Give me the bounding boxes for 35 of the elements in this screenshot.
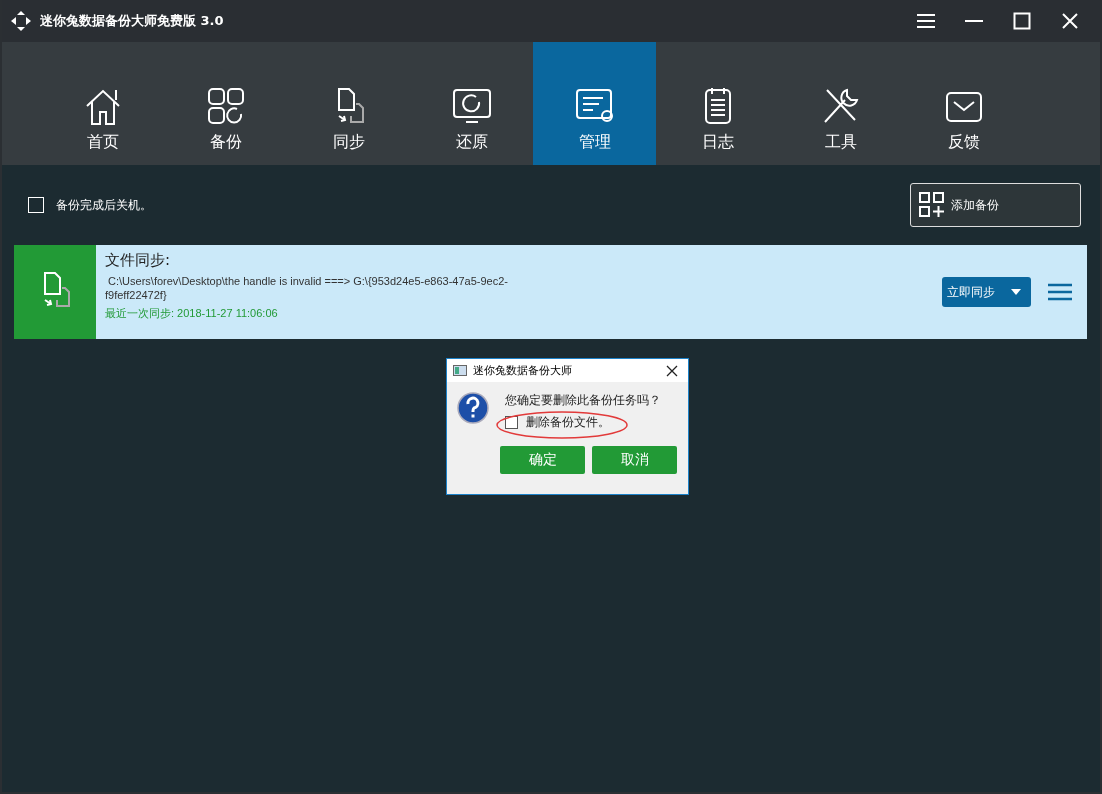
close-icon [1061,12,1079,30]
app-icon [453,365,467,376]
nav-tab[interactable]: 备份 [164,42,287,165]
minimize-icon [964,19,984,23]
task-path: C:\Users\forev\Desktop\the handle is invalid ===> G:\{953d24e5-e863-47a5-9ec2- f9feff22472f} [105,274,509,302]
maximize-icon [1013,12,1031,30]
task-title: 文件同步: [105,251,172,270]
nav-tab[interactable]: 还原 [410,42,533,165]
checkbox-label: 删除备份文件。 [526,414,610,431]
close-icon [666,364,678,377]
tab-icon [451,86,492,126]
dialog-message: 您确定要删除此备份任务吗？ [505,392,661,409]
caret-icon [1011,289,1021,295]
dialog-title: 迷你兔数据备份大师 [473,363,573,378]
nav-tab[interactable]: 反馈 [902,42,1025,165]
tab-icon [205,86,246,126]
nav-tab[interactable]: 工具 [779,42,902,165]
nav-tab[interactable]: 首页 [41,42,164,165]
version-label: 3.0 [200,13,224,28]
add-backup-button[interactable]: 添加备份 [910,183,1081,227]
nav-tab[interactable]: 日志 [656,42,779,165]
question-icon [457,392,489,424]
sync-now-button[interactable]: 立即同步 [942,277,1031,307]
last-sync-time: 最近一次同步: 2018-11-27 11:06:06 [105,306,279,321]
dialog-button[interactable]: 取消 [592,446,677,474]
add-grid-icon [919,192,945,218]
checkbox-label: 备份完成后关机。 [56,196,152,214]
dialog-button[interactable]: 确定 [500,446,585,474]
task-menu-button[interactable] [1047,281,1073,303]
window-title: 迷你兔数据备份大师免费版 3.0 [40,12,225,30]
nav-tab[interactable]: 管理 [533,42,656,165]
menu-icon [916,13,936,29]
logo-icon [10,10,32,32]
menu-icon [1047,281,1073,303]
nav-tab[interactable]: 同步 [287,42,410,165]
